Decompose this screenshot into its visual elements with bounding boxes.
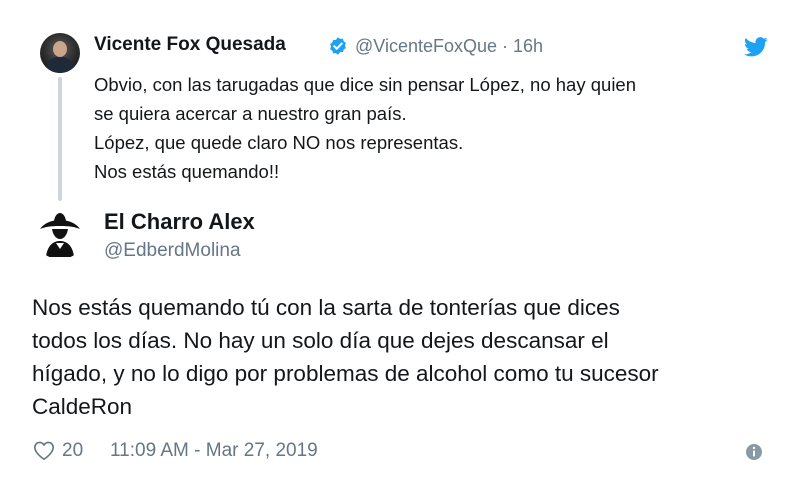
reply-author-name[interactable]: El Charro Alex	[104, 209, 255, 235]
heart-icon[interactable]	[33, 440, 55, 461]
parent-avatar[interactable]	[40, 33, 80, 73]
reply-tweet-text: Nos estás quemando tú con la sarta de to…	[32, 291, 772, 423]
parent-tweet-text: Obvio, con las tarugadas que dice sin pe…	[94, 70, 784, 186]
info-icon[interactable]	[745, 443, 763, 461]
parent-text-line: López, que quede claro NO nos representa…	[94, 132, 464, 153]
reply-avatar[interactable]	[32, 203, 88, 259]
parent-text-line: Nos estás quemando!!	[94, 161, 280, 182]
parent-author-name[interactable]: Vicente Fox Quesada	[94, 34, 286, 56]
reply-text-line: todos los días. No hay un solo día que d…	[32, 328, 609, 353]
thread-connector-line	[58, 77, 62, 201]
reply-text-line: Nos estás quemando tú con la sarta de to…	[32, 295, 620, 320]
twitter-bird-icon[interactable]	[744, 37, 768, 57]
like-count[interactable]: 20	[62, 440, 83, 462]
parent-text-line: se quiera acercar a nuestro gran país.	[94, 103, 407, 124]
reply-handle[interactable]: @EdberdMolina	[104, 240, 241, 262]
tweet-timestamp[interactable]: 11:09 AM - Mar 27, 2019	[110, 440, 318, 462]
reply-text-line: CaldeRon	[32, 394, 133, 419]
parent-handle-and-time[interactable]: @VicenteFoxQue · 16h	[355, 36, 543, 57]
parent-text-line: Obvio, con las tarugadas que dice sin pe…	[94, 74, 637, 95]
verified-badge-icon	[330, 37, 346, 55]
reply-text-line: hígado, y no lo digo por problemas de al…	[32, 361, 659, 386]
